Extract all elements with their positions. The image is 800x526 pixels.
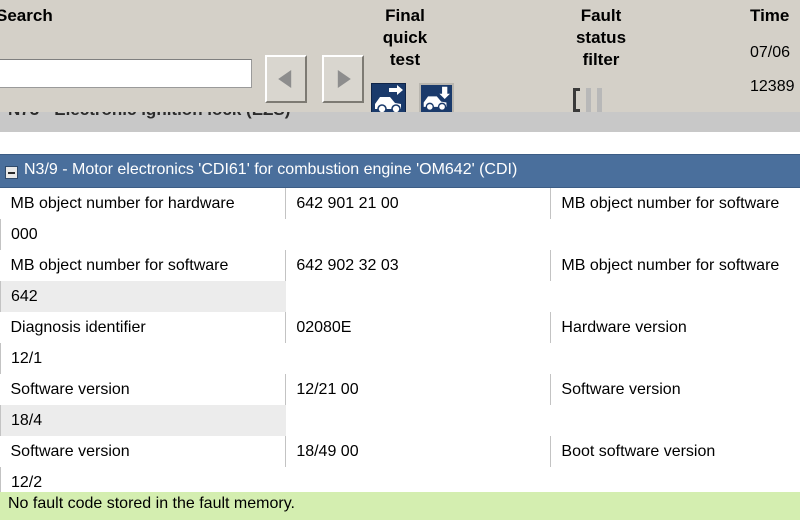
fault-memory-status-bar: No fault code stored in the fault memory… <box>0 492 800 520</box>
row-value-right: 642 <box>0 281 286 312</box>
previous-button[interactable] <box>265 55 307 103</box>
content-gap <box>0 132 800 154</box>
row-value-left: 18/49 00 <box>285 436 551 467</box>
table-row[interactable]: 642 <box>0 281 800 312</box>
search-label: Search <box>0 6 53 25</box>
final-quick-test-label: Final quick test <box>382 6 428 69</box>
row-label-left: Diagnosis identifier <box>10 319 146 336</box>
row-value-left: 02080E <box>285 312 551 343</box>
time-value-mileage: 12389 <box>750 78 795 95</box>
triangle-left-icon <box>278 70 292 88</box>
row-label-left: MB object number for software <box>10 257 229 274</box>
clipped-control-unit-label: N73 - Electronic ignition lock (EZS) <box>8 112 290 120</box>
bottom-strip <box>0 520 800 526</box>
row-label-right: Boot software version <box>550 436 800 467</box>
table-row[interactable]: 000 <box>0 219 800 250</box>
row-label-right: Software version <box>550 374 800 405</box>
minus-box-icon[interactable] <box>5 166 18 179</box>
fault-status-filter-icon[interactable] <box>571 86 609 114</box>
fault-status-filter-label: Fault status filter <box>575 6 627 69</box>
row-label-right: MB object number for software <box>550 250 800 281</box>
row-value-right: 000 <box>0 219 286 250</box>
row-value-right: 18/4 <box>0 405 286 436</box>
car-arrow-down-icon <box>423 86 450 112</box>
clipped-control-unit-row[interactable]: N73 - Electronic ignition lock (EZS) <box>0 112 800 132</box>
search-input[interactable] <box>0 59 252 88</box>
top-toolbar: Search Final quick test Fault status fil… <box>0 0 800 121</box>
next-button[interactable] <box>322 55 364 103</box>
row-label-left: MB object number for hardware <box>10 195 235 212</box>
table-row[interactable]: 18/4 <box>0 405 800 436</box>
xentry-diagnostic-window: Search Final quick test Fault status fil… <box>0 0 800 526</box>
time-label: Time <box>750 6 790 25</box>
row-value-right: 12/1 <box>0 343 286 374</box>
row-label-right: Hardware version <box>550 312 800 343</box>
row-value-left: 642 902 32 03 <box>285 250 551 281</box>
fault-memory-status-text: No fault code stored in the fault memory… <box>8 495 295 512</box>
control-unit-group-header[interactable]: N3/9 - Motor electronics 'CDI61' for com… <box>0 154 800 188</box>
row-label-right: MB object number for software <box>550 188 800 219</box>
control-unit-group-title: N3/9 - Motor electronics 'CDI61' for com… <box>24 161 518 178</box>
row-value-left: 12/21 00 <box>285 374 551 405</box>
row-label-left: Software version <box>10 443 130 460</box>
row-value-left: 642 901 21 00 <box>285 188 551 219</box>
control-unit-info-table: MB object number for hardware 642 901 21 … <box>0 188 800 526</box>
table-row[interactable]: 12/1 <box>0 343 800 374</box>
row-label-left: Software version <box>10 381 130 398</box>
triangle-right-icon <box>337 70 351 88</box>
time-value-date: 07/06 <box>750 44 791 61</box>
